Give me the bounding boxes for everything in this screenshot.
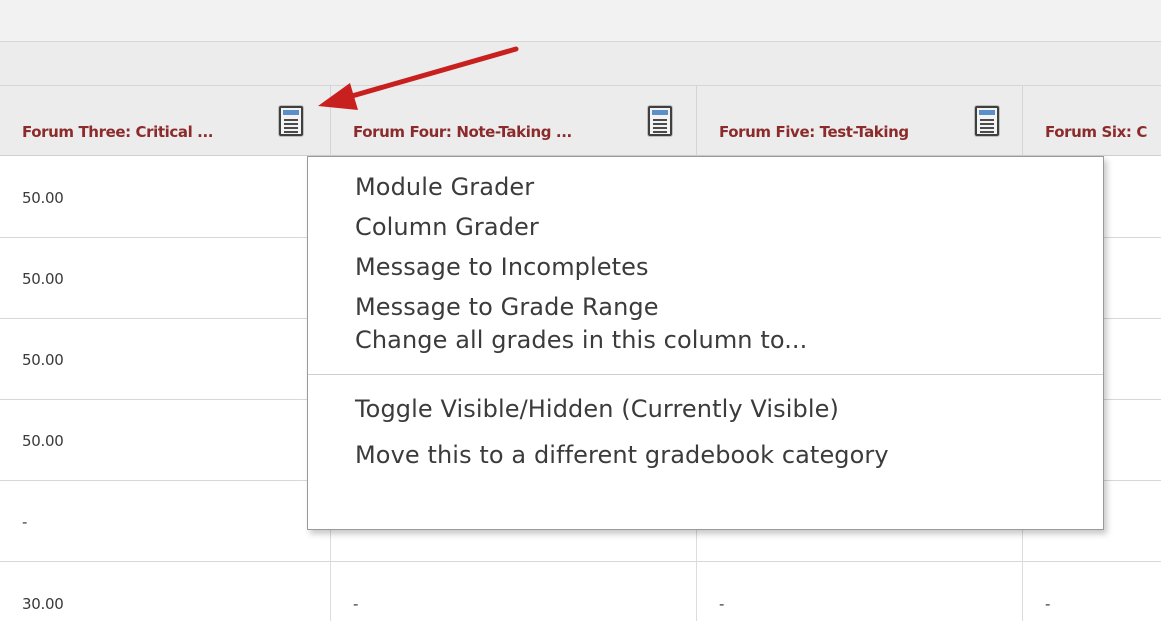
grade-cell[interactable]: 50.00	[0, 400, 331, 481]
menu-item-toggle-visibility[interactable]: Toggle Visible/Hidden (Currently Visible…	[308, 393, 1103, 439]
grading-actions-group: Module Grader Column Grader Message to I…	[308, 171, 1103, 357]
menu-item-column-grader[interactable]: Column Grader	[308, 211, 1103, 251]
toolbar-band	[0, 0, 1161, 42]
menu-item-message-grade-range[interactable]: Message to Grade Range	[308, 291, 1103, 324]
column-menu-icon[interactable]	[279, 106, 303, 136]
grade-cell[interactable]: -	[0, 481, 331, 562]
column-title: Forum Six: C	[1045, 123, 1147, 141]
column-menu-icon[interactable]	[975, 106, 999, 136]
column-context-menu: Module Grader Column Grader Message to I…	[307, 156, 1104, 530]
grade-cell[interactable]: 50.00	[0, 157, 331, 238]
column-actions-group: Toggle Visible/Hidden (Currently Visible…	[308, 393, 1103, 485]
grade-cell[interactable]: -	[1023, 562, 1161, 621]
table-row: 30.00 - - -	[0, 562, 1161, 621]
grade-cell[interactable]: 50.00	[0, 319, 331, 400]
column-header-forum-four[interactable]: Forum Four: Note-Taking ...	[331, 86, 697, 156]
grade-cell[interactable]: 30.00	[0, 562, 331, 621]
category-header-band	[0, 42, 1161, 86]
menu-item-message-incompletes[interactable]: Message to Incompletes	[308, 251, 1103, 291]
column-title: Forum Five: Test-Taking	[719, 123, 909, 141]
grade-cell[interactable]: 50.00	[0, 238, 331, 319]
menu-item-move-category[interactable]: Move this to a different gradebook categ…	[308, 439, 1103, 485]
column-title: Forum Four: Note-Taking ...	[353, 123, 572, 141]
column-header-forum-six[interactable]: Forum Six: C	[1023, 86, 1161, 156]
column-title: Forum Three: Critical ...	[22, 123, 214, 141]
column-header-row: Forum Three: Critical ... Forum Four: No…	[0, 86, 1161, 156]
grade-cell[interactable]: -	[697, 562, 1023, 621]
gradebook-screen: Forum Three: Critical ... Forum Four: No…	[0, 0, 1161, 621]
menu-item-module-grader[interactable]: Module Grader	[308, 171, 1103, 211]
menu-item-change-all-grades[interactable]: Change all grades in this column to...	[308, 324, 1103, 357]
column-menu-icon[interactable]	[648, 106, 672, 136]
grade-cell[interactable]: -	[331, 562, 697, 621]
menu-divider	[308, 374, 1103, 375]
